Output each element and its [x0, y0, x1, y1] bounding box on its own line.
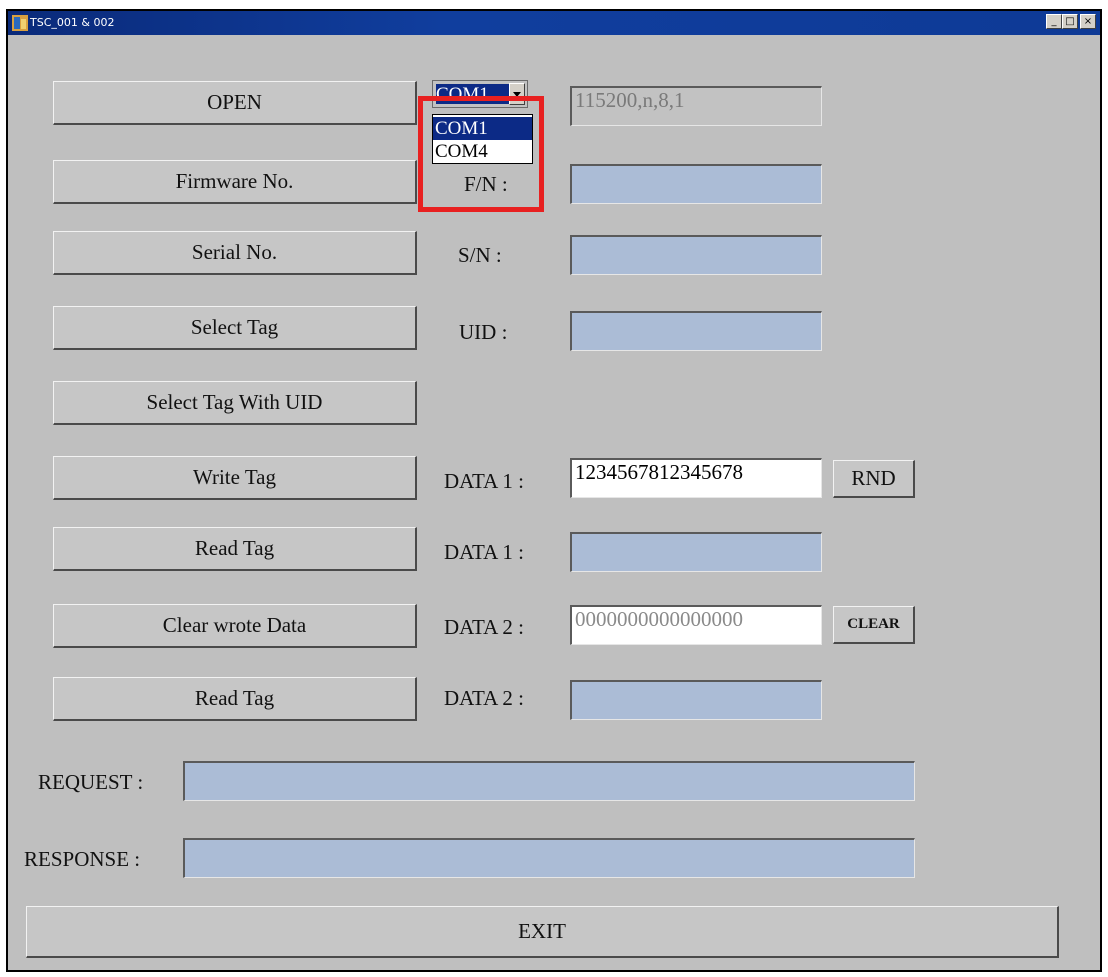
highlight-box [418, 96, 544, 212]
app-icon [12, 15, 28, 31]
serial-button[interactable]: Serial No. [53, 231, 417, 275]
maximize-button[interactable]: □ [1062, 14, 1078, 29]
read-tag-1-button[interactable]: Read Tag [53, 527, 417, 571]
data1-write-value: 1234567812345678 [575, 460, 743, 484]
firmware-button[interactable]: Firmware No. [53, 160, 417, 204]
select-tag-with-uid-button[interactable]: Select Tag With UID [53, 381, 417, 425]
rnd-button[interactable]: RND [833, 460, 915, 498]
data2-read-label: DATA 2 : [444, 686, 524, 710]
clear-wrote-data-button[interactable]: Clear wrote Data [53, 604, 417, 648]
close-button[interactable]: × [1080, 14, 1096, 29]
data2-write-field[interactable]: 0000000000000000 [570, 605, 822, 645]
write-tag-button[interactable]: Write Tag [53, 456, 417, 500]
data2-write-label: DATA 2 : [444, 615, 524, 639]
data1-write-label: DATA 1 : [444, 469, 524, 493]
minimize-button[interactable]: _ [1046, 14, 1062, 29]
data2-read-field[interactable] [570, 680, 822, 720]
request-label: REQUEST : [38, 770, 144, 794]
sn-field[interactable] [570, 235, 822, 275]
port-settings-field: 115200,n,8,1 [570, 86, 822, 126]
clear-button[interactable]: CLEAR [833, 606, 915, 644]
response-field[interactable] [183, 838, 915, 878]
sn-label: S/N : [458, 243, 502, 267]
response-label: RESPONSE : [24, 847, 141, 871]
exit-button[interactable]: EXIT [26, 906, 1059, 958]
uid-label: UID : [459, 320, 508, 344]
data2-write-value: 0000000000000000 [575, 607, 743, 631]
fn-field[interactable] [570, 164, 822, 204]
data1-read-field[interactable] [570, 532, 822, 572]
port-settings-value: 115200,n,8,1 [575, 88, 685, 112]
title-bar: TSC_001 & 002 _ □ × [8, 11, 1100, 35]
window-title: TSC_001 & 002 [30, 16, 115, 29]
open-button[interactable]: OPEN [53, 81, 417, 125]
uid-field[interactable] [570, 311, 822, 351]
data1-read-label: DATA 1 : [444, 540, 524, 564]
read-tag-2-button[interactable]: Read Tag [53, 677, 417, 721]
request-field[interactable] [183, 761, 915, 801]
data1-write-field[interactable]: 1234567812345678 [570, 458, 822, 498]
select-tag-button[interactable]: Select Tag [53, 306, 417, 350]
